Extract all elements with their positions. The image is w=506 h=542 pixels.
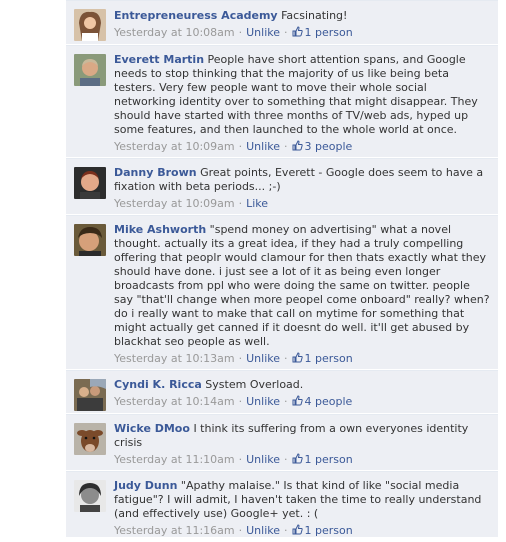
- comment-text: Facsinating!: [281, 9, 348, 22]
- comment-text: "spend money on advertising" what a nove…: [114, 223, 490, 348]
- avatar[interactable]: [74, 54, 106, 86]
- comment-meta: Yesterday at 10:13am · Unlike · 1 person: [114, 352, 353, 365]
- comment-timestamp: Yesterday at 10:09am: [114, 140, 235, 153]
- likes-count: 1 person: [304, 26, 353, 39]
- avatar[interactable]: [74, 480, 106, 512]
- likes-count-link[interactable]: 1 person: [292, 453, 353, 466]
- likes-count-link[interactable]: 1 person: [292, 524, 353, 537]
- comment-meta: Yesterday at 10:09am · Unlike · 3 people: [114, 140, 353, 153]
- comment-meta: Yesterday at 10:14am · Unlike · 4 people: [114, 395, 353, 408]
- likes-count-link[interactable]: 1 person: [292, 352, 353, 365]
- comment-author[interactable]: Everett Martin: [114, 53, 204, 66]
- likes-count: 4 people: [304, 395, 353, 408]
- comment-author[interactable]: Entrepreneuress Academy: [114, 9, 278, 22]
- comment-item: Entrepreneuress Academy Facsinating! Yes…: [66, 0, 498, 44]
- comment-timestamp: Yesterday at 10:14am: [114, 395, 235, 408]
- likes-count: 1 person: [304, 453, 353, 466]
- comment-item: Mike Ashworth "spend money on advertisin…: [66, 215, 498, 369]
- comment-author[interactable]: Danny Brown: [114, 166, 197, 179]
- thumbs-up-icon: [292, 140, 303, 151]
- avatar[interactable]: [74, 224, 106, 256]
- unlike-link[interactable]: Unlike: [246, 453, 280, 466]
- comment-text: System Overload.: [205, 378, 304, 391]
- comment-item: Cyndi K. Ricca System Overload. Yesterda…: [66, 370, 498, 413]
- avatar[interactable]: [74, 167, 106, 199]
- thumbs-up-icon: [292, 524, 303, 535]
- comment-meta: Yesterday at 10:09am · Like: [114, 197, 269, 210]
- thumbs-up-icon: [292, 453, 303, 464]
- likes-count-link[interactable]: 3 people: [292, 140, 353, 153]
- comment-meta: Yesterday at 11:10am · Unlike · 1 person: [114, 453, 353, 466]
- unlike-link[interactable]: Unlike: [246, 395, 280, 408]
- comment-meta: Yesterday at 10:08am · Unlike · 1 person: [114, 26, 353, 39]
- comment-author[interactable]: Mike Ashworth: [114, 223, 206, 236]
- comment-author[interactable]: Judy Dunn: [114, 479, 177, 492]
- thumbs-up-icon: [292, 26, 303, 37]
- likes-count: 1 person: [304, 352, 353, 365]
- like-link[interactable]: Like: [246, 197, 268, 210]
- comment-timestamp: Yesterday at 10:08am: [114, 26, 235, 39]
- comment-item: Wicke DMoo I think its suffering from a …: [66, 414, 498, 470]
- thumbs-up-icon: [292, 352, 303, 363]
- likes-count: 1 person: [304, 524, 353, 537]
- likes-count-link[interactable]: 4 people: [292, 395, 353, 408]
- likes-count-link[interactable]: 1 person: [292, 26, 353, 39]
- unlike-link[interactable]: Unlike: [246, 26, 280, 39]
- comment-item: Everett Martin People have short attenti…: [66, 45, 498, 157]
- comment-thread: Entrepreneuress Academy Facsinating! Yes…: [66, 0, 498, 542]
- unlike-link[interactable]: Unlike: [246, 140, 280, 153]
- comment-timestamp: Yesterday at 11:16am: [114, 524, 235, 537]
- comment-author[interactable]: Cyndi K. Ricca: [114, 378, 202, 391]
- comment-author[interactable]: Wicke DMoo: [114, 422, 190, 435]
- avatar[interactable]: [74, 379, 106, 411]
- unlike-link[interactable]: Unlike: [246, 524, 280, 537]
- avatar[interactable]: [74, 423, 106, 455]
- comment-item: Judy Dunn "Apathy malaise." Is that kind…: [66, 471, 498, 537]
- likes-count: 3 people: [304, 140, 353, 153]
- comment-timestamp: Yesterday at 10:13am: [114, 352, 235, 365]
- comment-meta: Yesterday at 11:16am · Unlike · 1 person: [114, 524, 353, 537]
- comment-timestamp: Yesterday at 10:09am: [114, 197, 235, 210]
- thumbs-up-icon: [292, 395, 303, 406]
- comment-item: Danny Brown Great points, Everett - Goog…: [66, 158, 498, 214]
- avatar[interactable]: [74, 9, 106, 41]
- comment-timestamp: Yesterday at 11:10am: [114, 453, 235, 466]
- unlike-link[interactable]: Unlike: [246, 352, 280, 365]
